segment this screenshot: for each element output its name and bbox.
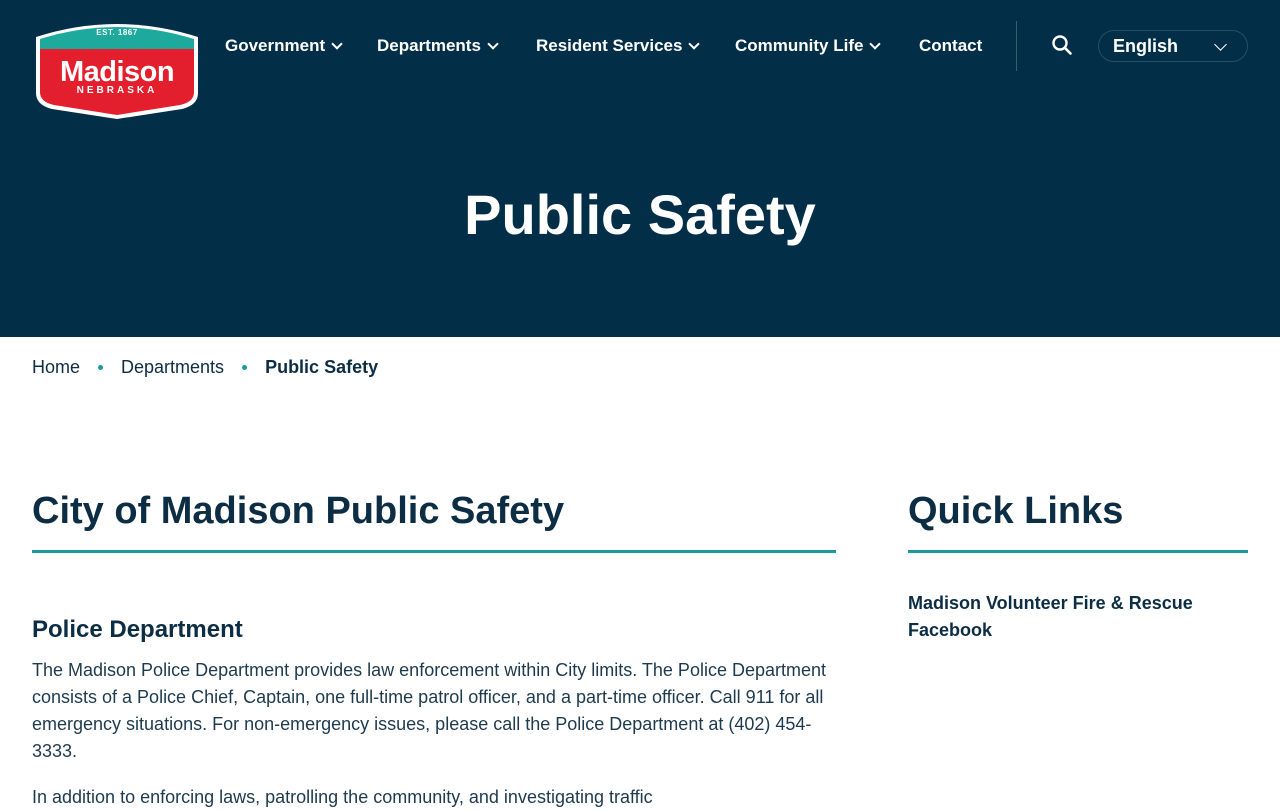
logo-city-name: Madison	[59, 56, 175, 88]
nav-item-contact[interactable]: Contact	[919, 34, 982, 58]
logo-established: EST. 1867	[96, 28, 138, 37]
nav-label: Resident Services	[536, 36, 683, 55]
nav-label: Government	[225, 36, 326, 55]
content-heading-rule	[32, 550, 836, 553]
chevron-down-icon	[487, 37, 499, 50]
nav-divider	[1016, 21, 1017, 71]
content-heading: City of Madison Public Safety	[32, 490, 565, 532]
quick-link-fire-rescue-facebook[interactable]: Madison Volunteer Fire & Rescue Facebook	[908, 590, 1238, 644]
nav-label: Departments	[377, 36, 481, 55]
nav-item-departments[interactable]: Departments	[377, 34, 499, 58]
chevron-down-icon	[688, 37, 701, 50]
chevron-down-icon	[331, 37, 343, 50]
nav-label: Contact	[919, 36, 983, 55]
site-header: EST. 1867 Madison NEBRASKA Government De…	[0, 0, 1280, 337]
police-description-continued: In addition to enforcing laws, patrollin…	[32, 787, 653, 807]
breadcrumb-home[interactable]: Home	[32, 357, 80, 378]
breadcrumb: Home Departments Public Safety	[32, 355, 378, 379]
page-title: Public Safety	[464, 183, 816, 246]
quick-links-rule	[908, 550, 1248, 553]
chevron-down-icon	[869, 37, 882, 50]
search-icon[interactable]	[1051, 34, 1073, 56]
breadcrumb-departments[interactable]: Departments	[121, 357, 224, 378]
nav-item-government[interactable]: Government	[225, 34, 343, 58]
nav-item-community-life[interactable]: Community Life	[735, 34, 882, 58]
language-selected-value: English	[1113, 35, 1179, 56]
nav-label: Community Life	[735, 36, 864, 55]
breadcrumb-separator	[242, 364, 248, 370]
section-heading-police: Police Department	[32, 616, 243, 643]
breadcrumb-separator	[98, 364, 104, 370]
nav-item-resident-services[interactable]: Resident Services	[536, 34, 701, 58]
police-description: The Madison Police Department provides l…	[32, 660, 827, 761]
quick-links-heading: Quick Links	[908, 490, 1124, 532]
language-select[interactable]: English	[1098, 30, 1248, 62]
logo-state-name: NEBRASKA	[76, 85, 158, 96]
breadcrumb-current: Public Safety	[265, 356, 379, 377]
site-logo[interactable]: EST. 1867 Madison NEBRASKA	[32, 15, 202, 119]
chevron-down-icon	[1214, 38, 1227, 51]
